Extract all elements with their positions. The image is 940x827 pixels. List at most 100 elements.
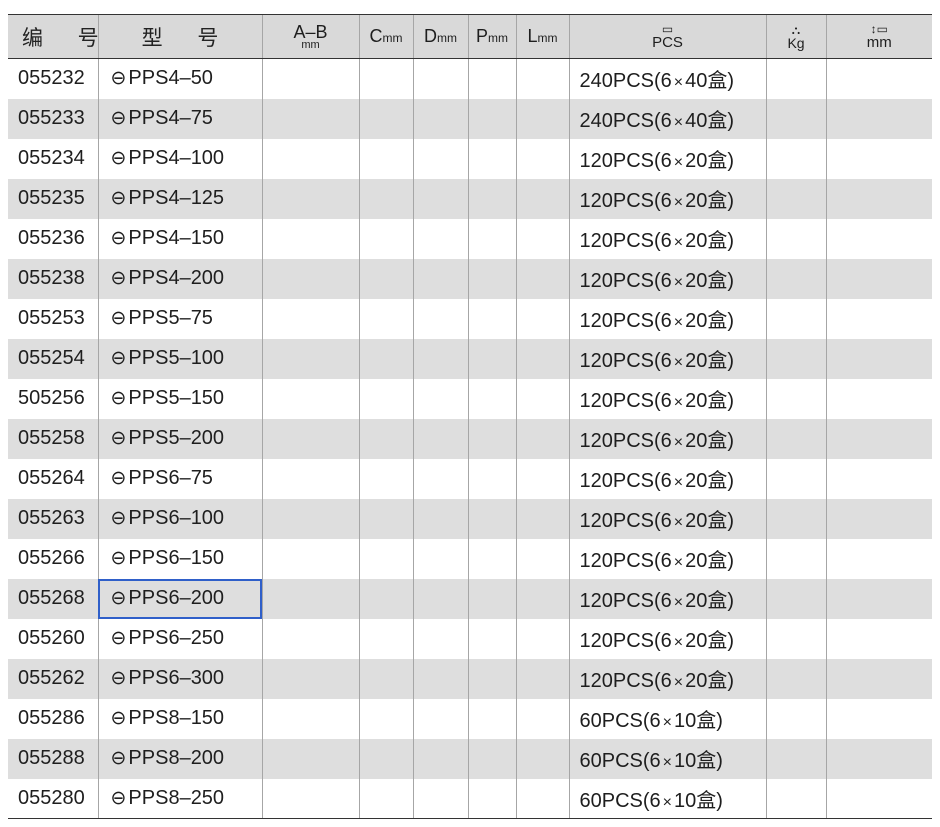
p-cell[interactable] — [467, 258, 516, 299]
p-cell[interactable] — [467, 618, 516, 659]
p-cell[interactable] — [467, 538, 516, 579]
dimension-cell[interactable] — [825, 298, 932, 339]
ab-cell[interactable] — [261, 258, 359, 299]
d-cell[interactable] — [412, 498, 468, 539]
dimension-cell[interactable] — [825, 258, 932, 299]
model-cell[interactable]: ⊖ PPS4–200 — [97, 258, 262, 299]
packing-cell[interactable]: 60PCS(6 × 10盒) — [568, 738, 766, 779]
dimension-cell[interactable] — [825, 698, 932, 739]
model-cell[interactable]: ⊖ PPS4–50 — [97, 58, 262, 99]
c-cell[interactable] — [358, 138, 413, 179]
c-cell[interactable] — [358, 418, 413, 459]
product-code-cell[interactable]: 055288 — [8, 739, 98, 779]
packing-cell[interactable]: 120PCS(6 × 20盒) — [568, 538, 766, 579]
d-cell[interactable] — [412, 178, 468, 219]
ab-cell[interactable] — [261, 498, 359, 539]
model-cell[interactable]: ⊖ PPS4–75 — [97, 98, 262, 139]
weight-cell[interactable] — [765, 738, 826, 779]
model-cell[interactable]: ⊖ PPS6–250 — [97, 618, 262, 659]
d-cell[interactable] — [412, 738, 468, 779]
weight-cell[interactable] — [765, 178, 826, 219]
model-cell[interactable]: ⊖ PPS5–75 — [97, 298, 262, 339]
dimension-cell[interactable] — [825, 378, 932, 419]
p-cell[interactable] — [467, 218, 516, 259]
c-cell[interactable] — [358, 98, 413, 139]
c-cell[interactable] — [358, 578, 413, 619]
dimension-cell[interactable] — [825, 58, 932, 99]
product-code-cell[interactable]: 055258 — [8, 419, 98, 459]
p-cell[interactable] — [467, 498, 516, 539]
packing-cell[interactable]: 120PCS(6 × 20盒) — [568, 338, 766, 379]
l-cell[interactable] — [515, 658, 569, 699]
model-cell[interactable]: ⊖ PPS6–100 — [97, 498, 262, 539]
c-cell[interactable] — [358, 258, 413, 299]
packing-cell[interactable]: 120PCS(6 × 20盒) — [568, 298, 766, 339]
product-code-cell[interactable]: 055268 — [8, 579, 98, 619]
weight-cell[interactable] — [765, 538, 826, 579]
model-cell[interactable]: ⊖ PPS4–100 — [97, 138, 262, 179]
c-cell[interactable] — [358, 658, 413, 699]
packing-cell[interactable]: 240PCS(6 × 40盒) — [568, 98, 766, 139]
c-cell[interactable] — [358, 178, 413, 219]
d-cell[interactable] — [412, 698, 468, 739]
p-cell[interactable] — [467, 378, 516, 419]
p-cell[interactable] — [467, 298, 516, 339]
model-cell[interactable]: ⊖ PPS8–250 — [97, 778, 262, 819]
l-cell[interactable] — [515, 698, 569, 739]
product-code-cell[interactable]: 055232 — [8, 59, 98, 99]
weight-cell[interactable] — [765, 58, 826, 99]
weight-cell[interactable] — [765, 458, 826, 499]
ab-cell[interactable] — [261, 698, 359, 739]
ab-cell[interactable] — [261, 138, 359, 179]
product-code-cell[interactable]: 055233 — [8, 99, 98, 139]
dimension-cell[interactable] — [825, 618, 932, 659]
l-cell[interactable] — [515, 298, 569, 339]
ab-cell[interactable] — [261, 738, 359, 779]
weight-cell[interactable] — [765, 218, 826, 259]
d-cell[interactable] — [412, 338, 468, 379]
dimension-cell[interactable] — [825, 738, 932, 779]
packing-cell[interactable]: 120PCS(6 × 20盒) — [568, 378, 766, 419]
dimension-cell[interactable] — [825, 458, 932, 499]
l-cell[interactable] — [515, 498, 569, 539]
l-cell[interactable] — [515, 458, 569, 499]
p-cell[interactable] — [467, 418, 516, 459]
product-code-cell[interactable]: 505256 — [8, 379, 98, 419]
packing-cell[interactable]: 120PCS(6 × 20盒) — [568, 218, 766, 259]
weight-cell[interactable] — [765, 138, 826, 179]
dimension-cell[interactable] — [825, 778, 932, 819]
packing-cell[interactable]: 60PCS(6 × 10盒) — [568, 778, 766, 819]
product-code-cell[interactable]: 055235 — [8, 179, 98, 219]
c-cell[interactable] — [358, 378, 413, 419]
model-cell[interactable]: ⊖ PPS8–200 — [97, 738, 262, 779]
dimension-cell[interactable] — [825, 218, 932, 259]
l-cell[interactable] — [515, 178, 569, 219]
product-code-cell[interactable]: 055286 — [8, 699, 98, 739]
weight-cell[interactable] — [765, 498, 826, 539]
packing-cell[interactable]: 120PCS(6 × 20盒) — [568, 618, 766, 659]
d-cell[interactable] — [412, 98, 468, 139]
dimension-cell[interactable] — [825, 498, 932, 539]
d-cell[interactable] — [412, 618, 468, 659]
product-code-cell[interactable]: 055238 — [8, 259, 98, 299]
model-cell[interactable]: ⊖ PPS4–125 — [97, 178, 262, 219]
d-cell[interactable] — [412, 418, 468, 459]
packing-cell[interactable]: 60PCS(6 × 10盒) — [568, 698, 766, 739]
model-cell[interactable]: ⊖ PPS4–150 — [97, 218, 262, 259]
weight-cell[interactable] — [765, 778, 826, 819]
product-code-cell[interactable]: 055262 — [8, 659, 98, 699]
c-cell[interactable] — [358, 338, 413, 379]
product-code-cell[interactable]: 055260 — [8, 619, 98, 659]
model-cell[interactable]: ⊖ PPS5–150 — [97, 378, 262, 419]
weight-cell[interactable] — [765, 378, 826, 419]
ab-cell[interactable] — [261, 378, 359, 419]
ab-cell[interactable] — [261, 418, 359, 459]
l-cell[interactable] — [515, 258, 569, 299]
product-code-cell[interactable]: 055264 — [8, 459, 98, 499]
packing-cell[interactable]: 120PCS(6 × 20盒) — [568, 498, 766, 539]
ab-cell[interactable] — [261, 338, 359, 379]
weight-cell[interactable] — [765, 338, 826, 379]
packing-cell[interactable]: 120PCS(6 × 20盒) — [568, 138, 766, 179]
packing-cell[interactable]: 120PCS(6 × 20盒) — [568, 418, 766, 459]
dimension-cell[interactable] — [825, 138, 932, 179]
